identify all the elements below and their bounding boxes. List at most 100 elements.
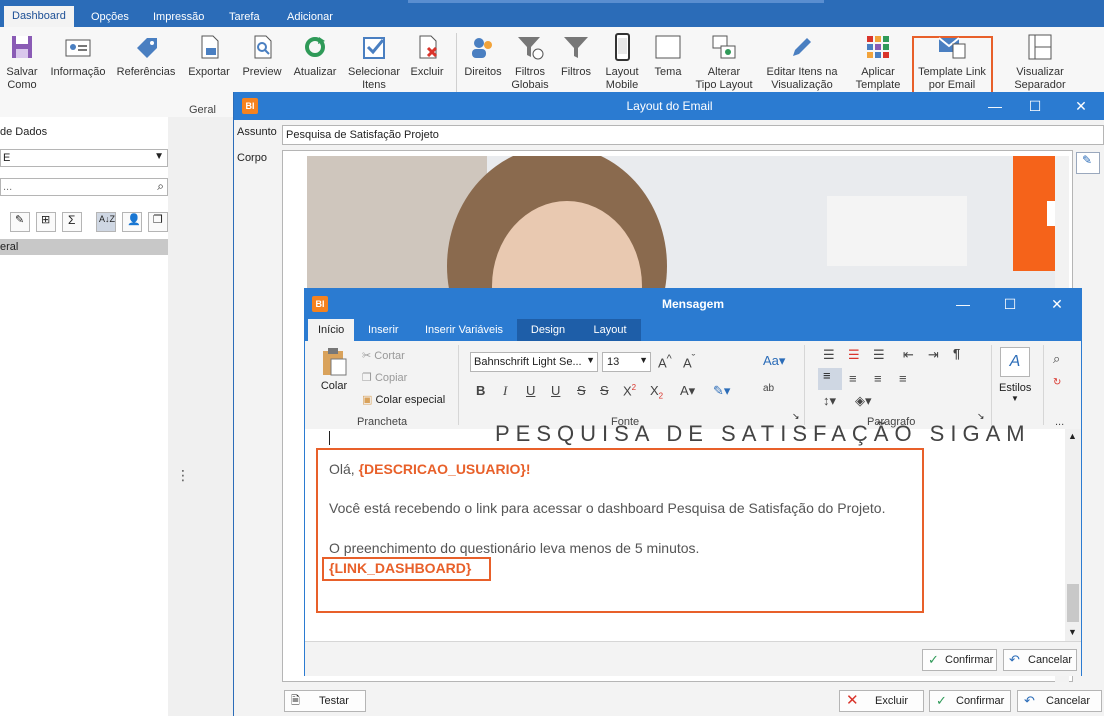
subject-input[interactable]: Pesquisa de Satisfação Projeto [282,125,1104,145]
decrease-indent-icon[interactable]: ⇤ [903,347,914,363]
refresh-button[interactable]: Atualizar [292,32,338,79]
message-confirm-button[interactable]: ✓ Confirmar [922,649,997,671]
scroll-thumb[interactable] [1067,584,1079,622]
find-icon[interactable]: ⌕ [1053,351,1060,367]
apply-template-button[interactable]: Aplicar Template [848,32,908,92]
double-underline-icon[interactable]: U [551,383,560,398]
preview-button[interactable]: Preview [240,32,284,79]
font-family-chevron-icon: ▼ [586,355,595,365]
strikethrough-icon[interactable]: S [577,383,586,398]
editor-scrollbar[interactable]: ▲ ▼ [1065,429,1081,641]
align-right-icon[interactable]: ≡ [874,371,882,386]
shrink-font-icon[interactable]: Aˇ [683,353,695,370]
font-family-select[interactable]: Bahnschrift Light Se... ▼ [470,352,598,372]
tab-design[interactable]: Design [517,319,579,341]
message-undo-icon: ↶ [1009,652,1020,667]
cut-button[interactable]: ✂ Cortar [362,349,405,362]
message-close-icon[interactable]: ✕ [1037,289,1077,319]
line-spacing-icon[interactable]: ↕▾ [823,393,836,409]
change-layout-type-button[interactable]: Alterar Tipo Layout [692,32,756,92]
template-link-email-button[interactable]: Template Link por Email [914,32,990,92]
increase-indent-icon[interactable]: ⇥ [928,347,939,363]
delete-email-button[interactable]: ✕ Excluir [839,690,924,712]
underline-icon[interactable]: U [526,383,535,398]
superscript-icon[interactable]: X2 [623,383,636,398]
message-minimize-icon[interactable]: — [943,289,983,319]
layout-mobile-button[interactable]: Layout Mobile [600,32,644,92]
numbering-icon[interactable]: ☰ [848,347,860,363]
minimize-icon[interactable]: — [975,92,1015,120]
references-button[interactable]: Referências [114,32,178,79]
change-case-icon[interactable]: Aa▾ [763,353,785,369]
message-footer: ✓ Confirmar ↶ Cancelar [305,641,1081,676]
copy-field-button[interactable]: ❐ [148,212,168,232]
tree-item-selected[interactable]: eral [0,239,168,255]
styles-button[interactable]: A Estilos ▼ [999,347,1031,403]
subscript-icon[interactable]: X2 [650,383,663,401]
font-size-select[interactable]: 13 ▼ [602,352,651,372]
sort-az-button[interactable]: A↓Z [96,212,116,232]
rights-button[interactable]: Direitos [460,32,506,79]
shading-icon[interactable]: ◈▾ [855,393,872,409]
replace-icon[interactable]: ↻ [1053,377,1061,388]
data-source-combo[interactable]: E ▼ [0,149,168,167]
cancel-email-button[interactable]: ↶ Cancelar [1017,690,1102,712]
sum-button[interactable]: Σ [62,212,82,232]
cut-label: Cortar [374,350,405,362]
maximize-icon[interactable]: ☐ [1015,92,1055,120]
copy-button[interactable]: ❐ Copiar [362,371,407,384]
double-strikethrough-icon[interactable]: S [600,383,609,398]
test-button[interactable]: 🗎 Testar [284,690,366,712]
edit-body-button[interactable]: ✎ [1076,152,1100,174]
delete-button[interactable]: Excluir [408,32,446,79]
scroll-down-icon[interactable]: ▼ [1068,627,1077,637]
select-items-button[interactable]: Selecionar Itens [346,32,402,92]
bullets-icon[interactable]: ☰ [823,347,835,363]
user-icon: 👤 [127,214,141,226]
search-input[interactable]: ... ⌕ [0,178,168,196]
tree-item-label: eral [0,241,19,253]
highlight-icon[interactable]: ✎▾ [713,383,730,399]
tab-tarefa[interactable]: Tarefa [221,7,268,27]
tab-inserir-variaveis[interactable]: Inserir Variáveis [415,319,513,341]
tab-inserir[interactable]: Inserir [358,319,409,341]
tab-layout[interactable]: Layout [579,319,641,341]
message-titlebar: BI Mensagem — ☐ ✕ [305,289,1081,319]
edit-field-button[interactable]: ✎ [10,212,30,232]
tab-dashboard[interactable]: Dashboard [4,6,74,27]
splitter-handle[interactable]: ⋮ [176,467,190,484]
message-cancel-button[interactable]: ↶ Cancelar [1003,649,1077,671]
info-button[interactable]: Informação [48,32,108,79]
close-icon[interactable]: ✕ [1061,92,1101,120]
align-left-button[interactable]: ≡ [818,368,842,390]
justify-icon[interactable]: ≡ [899,371,907,386]
paste-special-button[interactable]: ▣ Colar especial [362,393,445,406]
confirm-email-button[interactable]: ✓ Confirmar [929,690,1011,712]
search-icon[interactable]: ⌕ [157,179,164,194]
save-as-button[interactable]: Salvar Como [2,32,42,92]
export-button[interactable]: Exportar [186,32,232,79]
scroll-up-icon[interactable]: ▲ [1068,431,1077,441]
clear-format-icon[interactable]: ab [763,383,774,394]
tab-impressao[interactable]: Impressão [145,7,212,27]
multilevel-list-icon[interactable]: ☰ [873,347,885,363]
filters-button[interactable]: Filtros [558,32,594,79]
user-field-button[interactable]: 👤 [122,212,142,232]
align-center-icon[interactable]: ≡ [849,371,857,386]
tab-opcoes[interactable]: Opções [83,7,137,27]
message-editor[interactable]: PESQUISA DE SATISFAÇÃO SIGAM Olá, {DESCR… [305,421,1065,641]
edit-items-view-button[interactable]: Editar Itens na Visualização [762,32,842,92]
grow-font-icon[interactable]: A^ [658,353,672,370]
message-maximize-icon[interactable]: ☐ [990,289,1030,319]
view-separator-button[interactable]: Visualizar Separador [1008,32,1072,92]
pilcrow-icon[interactable]: ¶ [953,346,960,361]
bold-icon[interactable]: B [476,383,485,398]
theme-button[interactable]: Tema [650,32,686,79]
font-color-icon[interactable]: A▾ [680,383,695,399]
italic-icon[interactable]: I [503,383,507,399]
global-filters-button[interactable]: Filtros Globais [508,32,552,92]
tab-inicio[interactable]: Início [308,319,355,341]
tab-adicionar[interactable]: Adicionar [279,7,341,27]
paste-button[interactable]: Colar [317,347,351,392]
add-field-button[interactable]: ⊞ [36,212,56,232]
